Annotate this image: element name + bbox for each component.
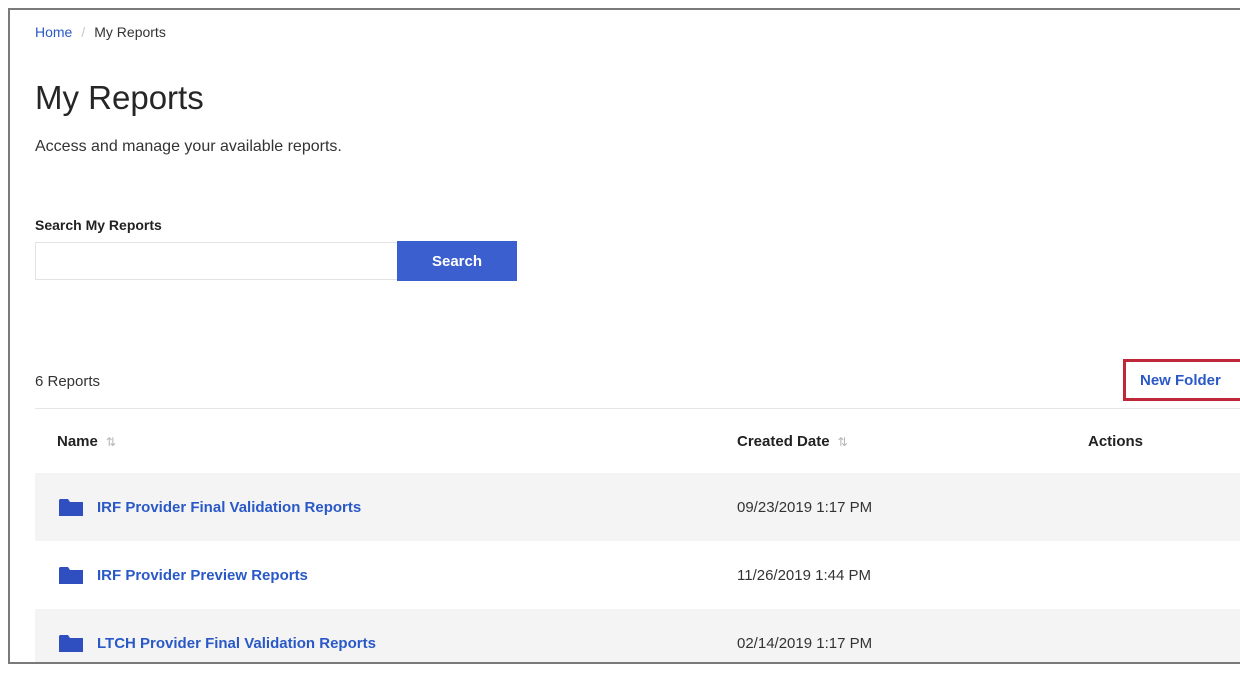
- column-header-created-date-label: Created Date: [737, 432, 830, 450]
- report-folder-link[interactable]: IRF Provider Preview Reports: [97, 567, 308, 584]
- column-header-created-date[interactable]: Created Date ⇅: [737, 433, 848, 450]
- row-name-cell: LTCH Provider Final Validation Reports: [59, 634, 376, 652]
- search-button[interactable]: Search: [397, 241, 517, 281]
- search-bar: Search: [35, 241, 517, 281]
- folder-icon: [59, 499, 83, 516]
- row-name-cell: IRF Provider Final Validation Reports: [59, 498, 361, 516]
- report-folder-link[interactable]: LTCH Provider Final Validation Reports: [97, 635, 376, 652]
- breadcrumb-home-link[interactable]: Home: [35, 24, 72, 40]
- page-description: Access and manage your available reports…: [35, 138, 342, 155]
- report-count: 6 Reports: [35, 373, 101, 390]
- folder-icon: [59, 567, 83, 584]
- column-header-actions: Actions: [1088, 432, 1144, 450]
- column-header-name-label: Name: [57, 432, 98, 450]
- sort-icon[interactable]: ⇅: [838, 435, 848, 449]
- column-header-name[interactable]: Name ⇅: [57, 433, 116, 450]
- page-title: My Reports: [35, 79, 204, 116]
- breadcrumb-separator: /: [81, 24, 86, 40]
- breadcrumb-current: My Reports: [94, 24, 166, 40]
- reports-table: Name ⇅ Created Date ⇅ Actions IRF Provider…: [35, 408, 1240, 662]
- report-folder-link[interactable]: IRF Provider Final Validation Reports: [97, 499, 361, 516]
- app-frame: Home / My Reports My Reports Access and …: [8, 8, 1240, 664]
- sort-icon[interactable]: ⇅: [106, 435, 116, 449]
- folder-icon: [59, 635, 83, 652]
- table-header: Name ⇅ Created Date ⇅ Actions: [35, 408, 1240, 473]
- row-created-date: 11/26/2019 1:44 PM: [737, 566, 871, 584]
- table-row: LTCH Provider Final Validation Reports 0…: [35, 609, 1240, 662]
- table-row: IRF Provider Final Validation Reports 09…: [35, 473, 1240, 541]
- new-folder-button[interactable]: New Folder: [1123, 359, 1240, 401]
- breadcrumb: Home / My Reports: [35, 24, 166, 40]
- search-input[interactable]: [35, 242, 397, 280]
- row-created-date: 09/23/2019 1:17 PM: [737, 498, 873, 516]
- table-row: IRF Provider Preview Reports 11/26/2019 …: [35, 541, 1240, 609]
- row-created-date: 02/14/2019 1:17 PM: [737, 634, 873, 652]
- row-name-cell: IRF Provider Preview Reports: [59, 566, 308, 584]
- search-label: Search My Reports: [35, 217, 162, 233]
